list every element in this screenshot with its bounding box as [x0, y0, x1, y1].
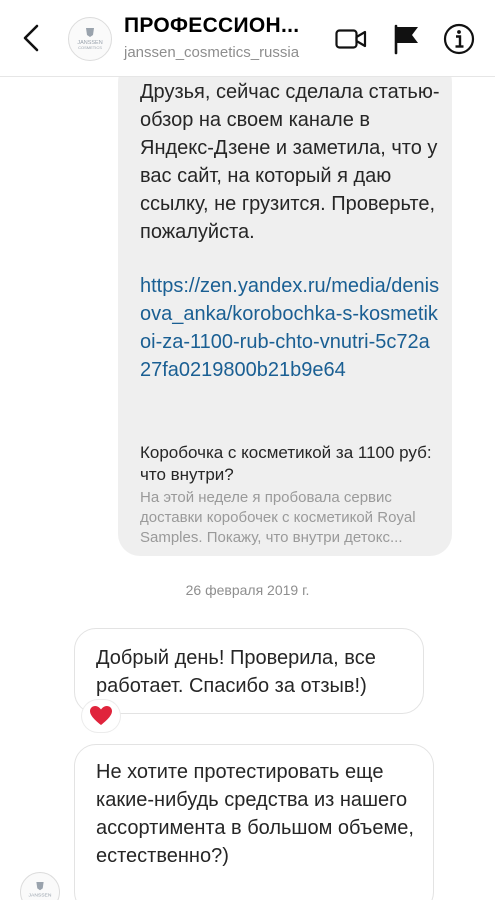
link-preview-description: На этой неделе я пробовала сервис достав… [140, 489, 416, 546]
chat-title[interactable]: ПРОФЕССИОН... [124, 14, 314, 38]
message-text: Не хотите протестировать еще какие-нибуд… [96, 761, 414, 867]
message-text: Добрый день! Проверила, все работает. Сп… [96, 647, 376, 697]
janssen-logo-icon: JANSSEN [29, 882, 52, 899]
link-preview-title[interactable]: Коробочка с косметикой за 1100 руб: что … [140, 442, 445, 486]
video-call-icon[interactable] [334, 22, 368, 56]
sender-avatar[interactable]: JANSSEN [20, 872, 60, 900]
direct-chat-screen: JANSSEN COSMETICS ПРОФЕССИОН... janssen_… [0, 0, 495, 900]
heart-reaction[interactable] [82, 700, 120, 732]
flag-icon[interactable] [390, 22, 424, 56]
shared-url-link[interactable]: https://zen.yandex.ru/media/denisova_ank… [140, 272, 440, 384]
chat-username[interactable]: janssen_cosmetics_russia [124, 44, 299, 61]
back-chevron-icon[interactable] [16, 22, 48, 54]
janssen-logo-icon: JANSSEN COSMETICS [77, 28, 103, 50]
heart-icon [90, 706, 112, 725]
date-separator: 26 февраля 2019 г. [185, 582, 310, 598]
shared-message-text: Друзья, сейчас сделала статью-обзор на с… [140, 81, 440, 243]
logo-text-cosmetics: COSMETICS [78, 45, 102, 50]
profile-avatar[interactable]: JANSSEN COSMETICS [68, 17, 112, 61]
logo-text-janssen: JANSSEN [29, 893, 52, 899]
chat-header: JANSSEN COSMETICS ПРОФЕССИОН... janssen_… [0, 0, 495, 77]
info-icon[interactable] [442, 22, 476, 56]
